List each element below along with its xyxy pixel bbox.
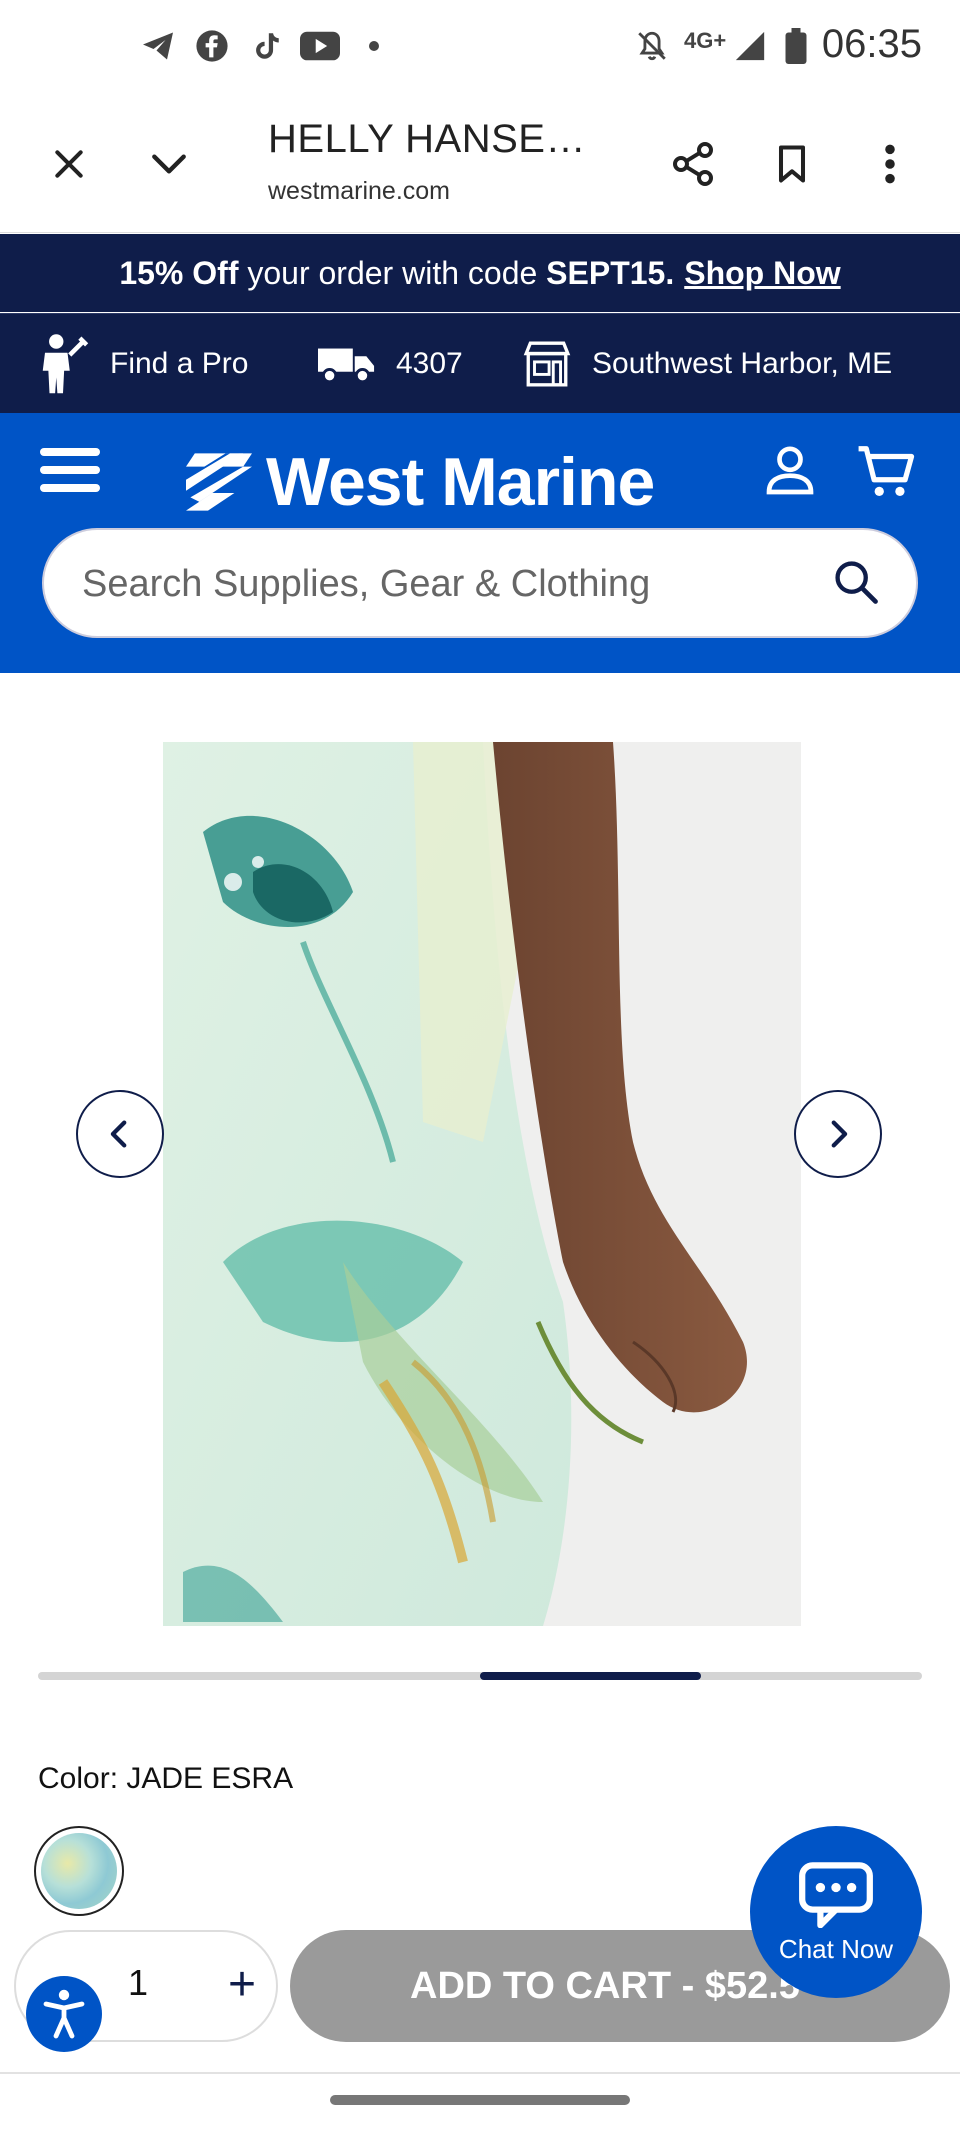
telegram-icon <box>136 24 180 68</box>
quantity-value[interactable]: 1 <box>128 1962 148 2004</box>
product-image[interactable] <box>163 742 801 1626</box>
accessibility-icon <box>43 1989 85 2039</box>
color-swatch-jade-esra[interactable] <box>34 1826 124 1916</box>
logo-mark-icon <box>186 453 252 511</box>
store-icon <box>523 341 571 387</box>
gallery-progress-track[interactable] <box>38 1672 922 1680</box>
search-input[interactable] <box>82 554 822 614</box>
battery-icon <box>774 24 818 68</box>
find-a-pro-link[interactable]: Find a Pro <box>36 314 248 414</box>
chat-bubble-icon <box>799 1861 873 1928</box>
technician-icon <box>42 334 89 394</box>
next-image-button[interactable] <box>794 1090 882 1178</box>
truck-count: 4307 <box>396 347 463 380</box>
bottom-divider <box>0 2072 960 2074</box>
swatch-image <box>41 1833 117 1909</box>
chat-now-button[interactable]: Chat Now <box>750 1826 922 1998</box>
browser-toolbar: HELLY HANSE… westmarine.com <box>0 95 960 233</box>
quantity-plus-button[interactable]: + <box>212 1954 272 2014</box>
logo-text: West Marine <box>266 444 655 520</box>
close-icon[interactable] <box>34 129 104 199</box>
add-to-cart-label: ADD TO CART - $52.5 <box>410 1964 800 2007</box>
utility-bar: Find a Pro 4307 Southwest Harbor, ME <box>0 313 960 413</box>
tiktok-icon <box>244 24 288 68</box>
store-name: Southwest Harbor, ME <box>592 347 893 380</box>
page-title[interactable]: HELLY HANSE… <box>268 117 586 162</box>
mute-icon <box>630 24 674 68</box>
gallery-progress-indicator[interactable] <box>480 1672 701 1680</box>
page-url[interactable]: westmarine.com <box>268 177 450 206</box>
cart-icon[interactable] <box>856 441 918 508</box>
youtube-icon <box>298 24 342 68</box>
promo-banner[interactable]: 15% Off your order with code SEPT15. Sho… <box>0 234 960 312</box>
chevron-down-icon[interactable] <box>134 129 204 199</box>
network-type: 4G+ <box>684 28 727 53</box>
gesture-nav-pill[interactable] <box>330 2095 630 2105</box>
truck-icon <box>318 348 375 384</box>
signal-icon <box>728 24 772 68</box>
chevron-left-icon <box>110 1120 127 1148</box>
chevron-right-icon <box>831 1120 848 1148</box>
truck-link[interactable]: 4307 <box>318 314 463 414</box>
west-marine-logo[interactable]: West Marine <box>186 437 655 527</box>
facebook-icon <box>190 24 234 68</box>
promo-code: SEPT15. <box>546 254 675 291</box>
status-bar: 4G+ 06:35 <box>0 0 960 95</box>
find-a-pro-label: Find a Pro <box>110 347 249 380</box>
chat-now-label: Chat Now <box>778 1933 894 1964</box>
accessibility-button[interactable] <box>26 1976 102 2052</box>
color-label: Color: JADE ESRA <box>38 1762 294 1795</box>
search-icon[interactable] <box>830 556 882 613</box>
shop-now-link[interactable]: Shop Now <box>684 255 840 292</box>
promo-discount: 15% Off <box>119 254 239 291</box>
status-time: 06:35 <box>821 22 922 66</box>
hamburger-menu-icon[interactable] <box>40 445 100 500</box>
more-vert-icon[interactable] <box>855 129 925 199</box>
share-icon[interactable] <box>658 129 728 199</box>
account-icon[interactable] <box>762 443 818 504</box>
search-bar[interactable] <box>42 528 918 638</box>
bookmark-icon[interactable] <box>757 129 827 199</box>
prev-image-button[interactable] <box>76 1090 164 1178</box>
site-header: West Marine <box>0 413 960 673</box>
dot-icon <box>352 24 396 68</box>
promo-text: your order with code <box>238 254 547 291</box>
store-link[interactable]: Southwest Harbor, ME <box>522 314 892 414</box>
